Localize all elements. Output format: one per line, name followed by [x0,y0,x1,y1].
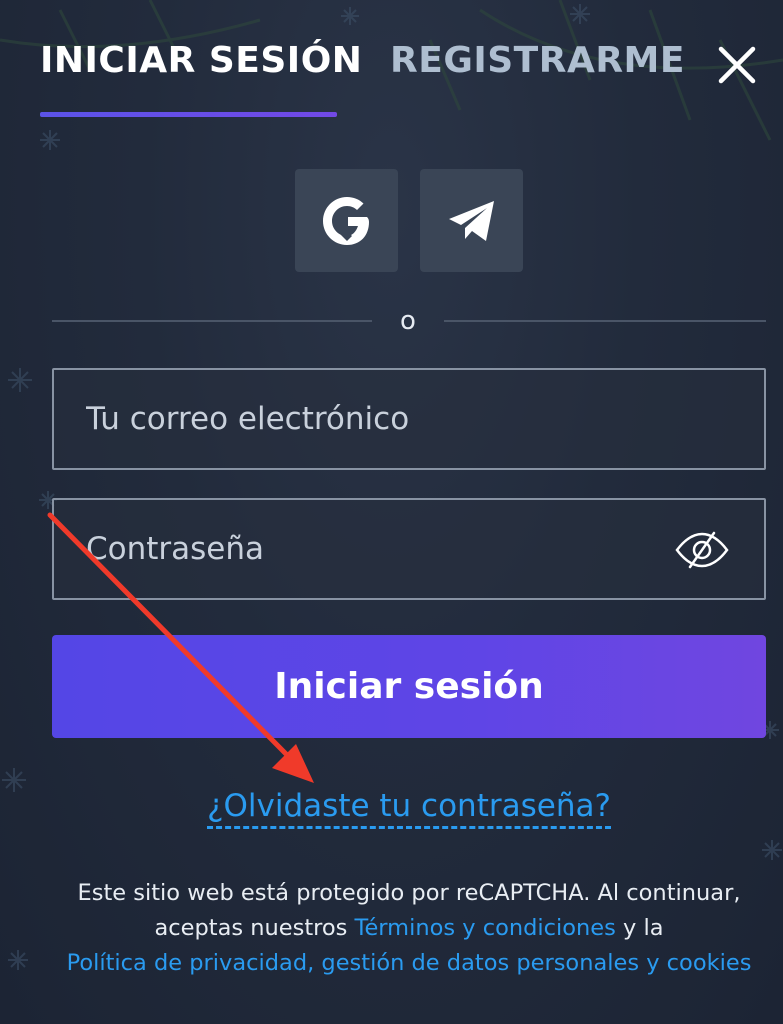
auth-tabs: INICIAR SESIÓN REGISTRARME [40,40,740,120]
telegram-icon [448,200,494,241]
divider-or-text: o [400,306,416,336]
eye-slash-icon[interactable] [674,530,730,570]
legal-text-2: y la [615,915,664,941]
login-submit-button[interactable]: Iniciar sesión [52,635,766,738]
tab-register[interactable]: REGISTRARME [390,40,685,81]
active-tab-indicator [40,112,337,117]
telegram-login-button[interactable] [420,169,523,272]
legal-notice: Este sitio web está protegido por reCAPT… [36,876,782,981]
terms-link[interactable]: Términos y condiciones [355,915,616,941]
privacy-link[interactable]: Política de privacidad, gestión de datos… [67,950,752,976]
password-field-container [52,498,766,600]
divider-line-left [52,320,372,322]
google-login-button[interactable] [295,169,398,272]
forgot-password-link[interactable]: ¿Olvidaste tu contraseña? [0,788,783,829]
close-icon [718,46,756,84]
google-icon [322,196,369,245]
forgot-password-text: ¿Olvidaste tu contraseña? [207,788,611,829]
close-button[interactable] [715,43,759,87]
divider-line-right [444,320,766,322]
email-input[interactable] [54,370,764,468]
email-field-container [52,368,766,470]
tab-login[interactable]: INICIAR SESIÓN [40,40,362,81]
password-input[interactable] [54,500,764,598]
